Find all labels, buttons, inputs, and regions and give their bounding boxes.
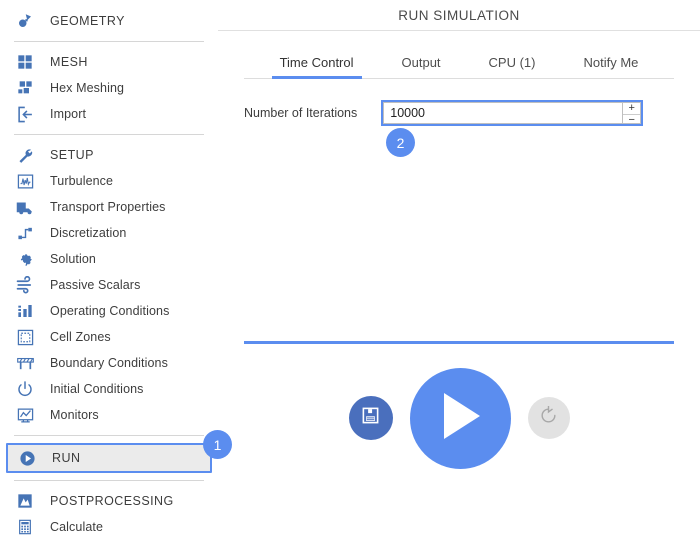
sidebar-item-label: GEOMETRY (50, 14, 125, 28)
sidebar-navigation: GEOMETRY MESH Hex Meshing Import SETUP Turbul… (0, 0, 218, 558)
import-icon (14, 103, 36, 125)
calculator-icon (14, 516, 36, 538)
power-icon (14, 378, 36, 400)
sidebar-item-label: Solution (50, 252, 96, 266)
page-title: RUN SIMULATION (218, 0, 700, 31)
sidebar-item-label: Monitors (50, 408, 99, 422)
section-divider-rule (244, 341, 674, 344)
save-button[interactable] (348, 396, 393, 440)
stepper-buttons: + − (622, 102, 642, 126)
dashed-box-icon (14, 326, 36, 348)
tab-bar: Time Control Output CPU (1) Notify Me (244, 31, 674, 79)
wrench-icon (14, 144, 36, 166)
sidebar-item-boundary-conditions[interactable]: Boundary Conditions (0, 350, 218, 376)
sidebar-item-label: Operating Conditions (50, 304, 170, 318)
play-icon (436, 390, 484, 447)
simulation-controls (218, 358, 700, 478)
sidebar-item-label: SETUP (50, 148, 94, 162)
reset-button[interactable] (527, 397, 570, 439)
sidebar-item-label: Boundary Conditions (50, 356, 168, 370)
sidebar-item-passive-scalars[interactable]: Passive Scalars (0, 272, 218, 298)
waveform-icon (14, 170, 36, 192)
step-badge-2: 2 (386, 128, 415, 157)
node-path-icon (14, 222, 36, 244)
reset-icon (539, 405, 558, 430)
sidebar-item-operating-conditions[interactable]: Operating Conditions (0, 298, 218, 324)
sidebar-item-label: Turbulence (50, 174, 114, 188)
sidebar-item-label: Hex Meshing (50, 81, 125, 95)
tab-cpu-1[interactable]: CPU (1) (489, 55, 536, 78)
step-badge-1: 1 (203, 430, 232, 459)
sidebar-item-mesh[interactable]: MESH (0, 49, 218, 75)
sidebar-item-label: Cell Zones (50, 330, 111, 344)
sidebar-item-transport-properties[interactable]: Transport Properties (0, 194, 218, 220)
sidebar-item-monitors[interactable]: Monitors (0, 402, 218, 428)
sidebar-item-label: MESH (50, 55, 88, 69)
sidebar-item-label: Calculate (50, 520, 104, 534)
bar-chart-icon (14, 300, 36, 322)
number-of-iterations-input[interactable]: 10000 (383, 102, 623, 124)
sidebar-item-label: POSTPROCESSING (50, 494, 174, 508)
hex-mesh-icon (14, 77, 36, 99)
sidebar-item-discretization[interactable]: Discretization (0, 220, 218, 246)
sidebar-item-import[interactable]: Import (0, 101, 218, 127)
geometry-icon (14, 10, 36, 32)
mesh-grid-icon (14, 51, 36, 73)
sidebar-divider (14, 435, 204, 436)
sidebar-item-cell-zones[interactable]: Cell Zones (0, 324, 218, 350)
flow-lines-icon (14, 274, 36, 296)
number-of-iterations-stepper[interactable]: 10000 + − (381, 100, 644, 126)
sidebar-item-solution[interactable]: Solution (0, 246, 218, 272)
truck-icon (14, 196, 36, 218)
sidebar-item-label: Import (50, 107, 87, 121)
sidebar-item-calculate[interactable]: Calculate (0, 514, 218, 540)
sidebar-divider (14, 41, 204, 42)
run-simulation-button[interactable] (409, 367, 511, 469)
sidebar-item-hex-meshing[interactable]: Hex Meshing (0, 75, 218, 101)
sidebar-item-initial-conditions[interactable]: Initial Conditions (0, 376, 218, 402)
play-circle-icon (16, 447, 38, 469)
floppy-disk-icon (361, 406, 380, 430)
sidebar-item-label: RUN (52, 451, 81, 465)
sidebar-item-label: Passive Scalars (50, 278, 141, 292)
sidebar-item-run[interactable]: RUN (6, 443, 212, 473)
monitor-chart-icon (14, 404, 36, 426)
barrier-icon (14, 352, 36, 374)
sidebar-item-label: Initial Conditions (50, 382, 144, 396)
tab-notify-me[interactable]: Notify Me (584, 55, 639, 78)
application-window: GEOMETRY MESH Hex Meshing Import SETUP Turbul… (0, 0, 700, 558)
number-of-iterations-row: Number of Iterations 10000 + − (218, 100, 700, 126)
postprocessing-icon (14, 490, 36, 512)
sidebar-item-label: Discretization (50, 226, 127, 240)
sidebar-item-turbulence[interactable]: Turbulence (0, 168, 218, 194)
tab-output[interactable]: Output (402, 55, 441, 78)
number-of-iterations-label: Number of Iterations (244, 106, 358, 120)
sidebar-divider (14, 134, 204, 135)
sidebar-item-postprocessing[interactable]: POSTPROCESSING (0, 488, 218, 514)
sidebar-item-setup[interactable]: SETUP (0, 142, 218, 168)
sidebar-item-geometry[interactable]: GEOMETRY (0, 8, 218, 34)
stepper-decrement-button[interactable]: − (623, 115, 640, 126)
sidebar-divider (14, 480, 204, 481)
gear-icon (14, 248, 36, 270)
sidebar-item-label: Transport Properties (50, 200, 166, 214)
main-panel: RUN SIMULATION Time Control Output CPU (1)… (218, 0, 700, 558)
tab-time-control[interactable]: Time Control (271, 55, 362, 79)
